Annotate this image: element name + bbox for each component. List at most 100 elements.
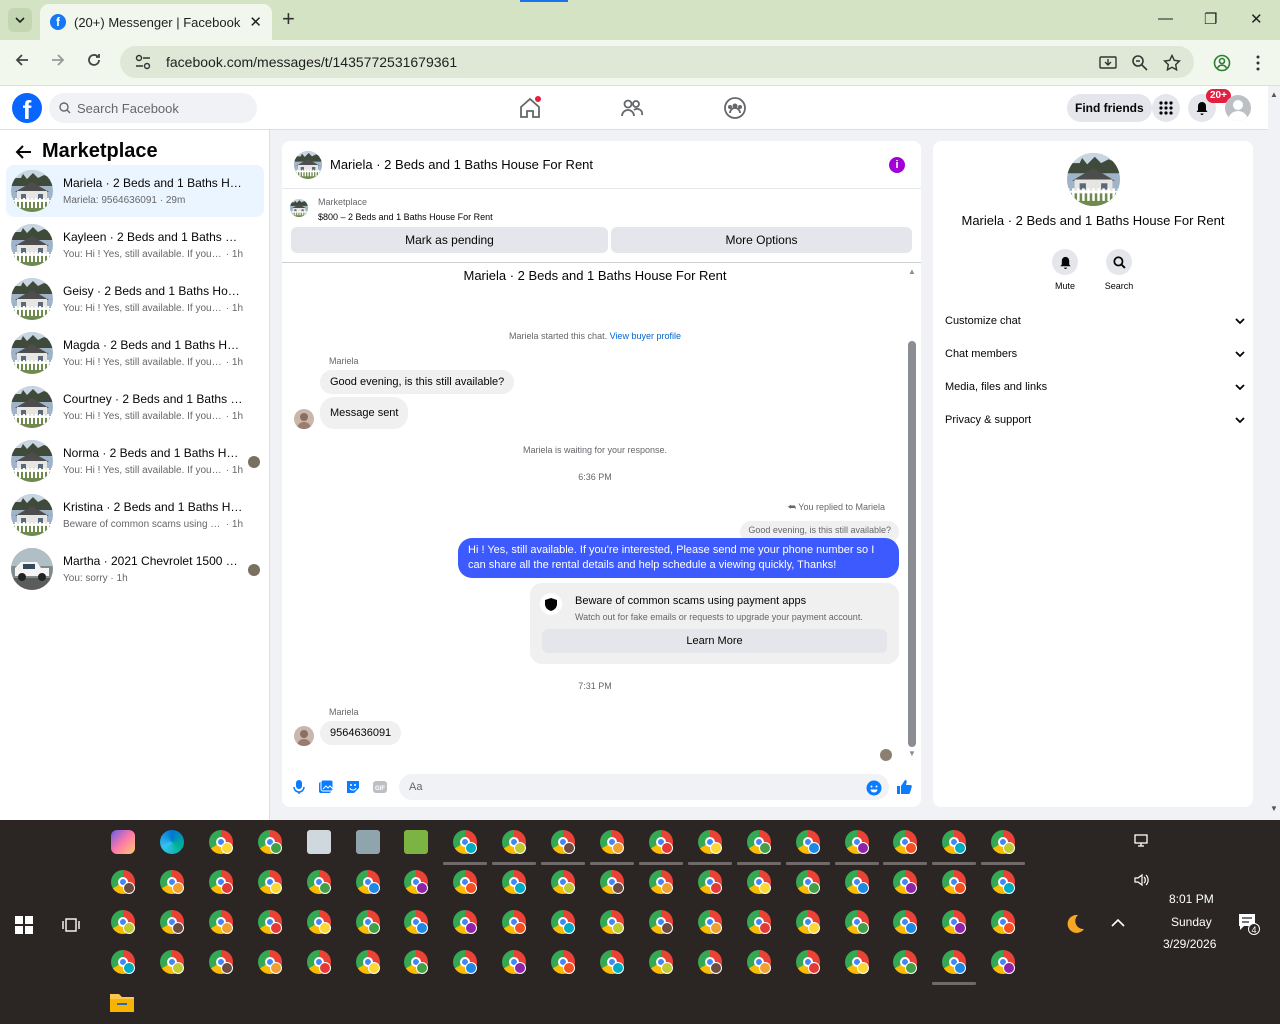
sender-avatar[interactable] (294, 409, 314, 429)
taskbar-app-icon[interactable] (883, 828, 928, 865)
listing-summary[interactable]: Marketplace $800 – 2 Beds and 1 Baths Ho… (290, 197, 493, 222)
friends-icon[interactable] (620, 96, 644, 120)
account-avatar[interactable] (1225, 95, 1251, 121)
taskbar-app-icon[interactable] (109, 868, 137, 896)
message-input[interactable]: Aa (399, 774, 889, 800)
microphone-icon[interactable] (291, 779, 307, 795)
install-app-icon[interactable] (1099, 54, 1117, 72)
site-settings-icon[interactable] (134, 53, 152, 71)
speaker-icon[interactable] (1134, 873, 1150, 887)
taskbar-app-icon[interactable] (500, 948, 528, 976)
privacy-support-section[interactable]: Privacy & support (945, 409, 1245, 431)
taskbar-app-icon[interactable] (940, 908, 968, 936)
taskbar-app-icon[interactable] (932, 828, 977, 865)
address-bar[interactable]: facebook.com/messages/t/1435772531679361 (120, 46, 1194, 78)
zoom-icon[interactable] (1131, 54, 1149, 72)
taskbar-app-icon[interactable] (696, 948, 724, 976)
chat-scrollbar[interactable]: ▲ ▼ (907, 265, 917, 759)
taskbar-app-icon[interactable] (305, 868, 333, 896)
taskbar-app-icon[interactable] (843, 948, 871, 976)
taskbar-app-icon[interactable] (158, 908, 186, 936)
profile-icon[interactable] (1213, 54, 1231, 72)
clock-date[interactable]: 3/29/2026 (1163, 937, 1216, 951)
view-buyer-profile-link[interactable]: View buyer profile (610, 331, 681, 341)
taskbar-app-icon[interactable] (451, 948, 479, 976)
taskbar-app-icon[interactable] (451, 868, 479, 896)
weather-moon-icon[interactable] (1062, 912, 1086, 936)
restore-button[interactable]: ❐ (1204, 10, 1217, 28)
emoji-icon[interactable] (866, 780, 882, 796)
scroll-down-arrow-icon[interactable]: ▼ (1270, 804, 1278, 813)
taskbar-app-icon[interactable] (549, 948, 577, 976)
new-tab-button[interactable]: + (282, 8, 295, 30)
search-facebook-input[interactable]: Search Facebook (49, 93, 257, 123)
url-text[interactable]: facebook.com/messages/t/1435772531679361 (166, 54, 457, 70)
minimize-button[interactable]: — (1158, 10, 1173, 27)
taskbar-app-icon[interactable] (745, 948, 773, 976)
taskbar-app-icon[interactable] (981, 828, 1026, 865)
taskbar-app-icon[interactable] (256, 908, 284, 936)
sticker-icon[interactable] (345, 779, 361, 795)
taskbar-app-icon[interactable] (647, 908, 675, 936)
browser-menu-icon[interactable] (1249, 54, 1267, 72)
taskbar-app-icon[interactable] (687, 828, 732, 865)
taskbar-app-icon[interactable] (598, 908, 626, 936)
taskbar-app-icon[interactable] (932, 948, 977, 985)
windows-start-icon[interactable] (15, 916, 33, 934)
taskbar-app-icon[interactable] (256, 868, 284, 896)
taskbar-app-icon[interactable] (109, 908, 137, 936)
search-action[interactable]: Search (1089, 249, 1149, 291)
taskbar-app-icon[interactable] (843, 908, 871, 936)
taskbar-app-icon[interactable] (492, 828, 537, 865)
taskbar-app-icon[interactable] (696, 868, 724, 896)
taskbar-app-icon[interactable] (891, 908, 919, 936)
browser-tab-messenger[interactable]: f (20+) Messenger | Facebook ✕ (40, 4, 272, 40)
scroll-up-arrow-icon[interactable]: ▲ (908, 267, 916, 276)
taskbar-app-icon[interactable] (940, 868, 968, 896)
taskbar-app-icon[interactable] (891, 948, 919, 976)
taskbar-app-icon[interactable] (598, 948, 626, 976)
bookmark-star-icon[interactable] (1163, 54, 1181, 72)
close-tab-icon[interactable]: ✕ (249, 13, 262, 31)
taskbar-app-icon[interactable] (834, 828, 879, 865)
taskbar-app-icon[interactable] (745, 908, 773, 936)
taskbar-app-icon[interactable] (207, 868, 235, 896)
taskbar-app-icon[interactable] (158, 828, 186, 856)
find-friends-button[interactable]: Find friends (1067, 94, 1152, 122)
taskbar-app-icon[interactable] (696, 908, 724, 936)
taskbar-app-icon[interactable] (443, 828, 488, 865)
search-in-chat-button[interactable] (1106, 249, 1132, 275)
learn-more-button[interactable]: Learn More (542, 629, 887, 653)
facebook-logo-icon[interactable]: f (12, 93, 42, 123)
mark-as-pending-button[interactable]: Mark as pending (291, 227, 608, 253)
chat-thumbnail[interactable] (294, 150, 322, 179)
photo-icon[interactable] (318, 779, 334, 795)
media-files-links-section[interactable]: Media, files and links (945, 376, 1245, 398)
taskbar-app-icon[interactable] (354, 828, 382, 856)
scrollbar-thumb[interactable] (908, 341, 916, 747)
mute-button[interactable] (1052, 249, 1078, 275)
taskbar-app-icon[interactable] (158, 868, 186, 896)
taskbar-app-icon[interactable] (843, 868, 871, 896)
taskbar-app-icon[interactable] (500, 908, 528, 936)
taskbar-app-icon[interactable] (109, 828, 137, 856)
customize-chat-section[interactable]: Customize chat (945, 310, 1245, 332)
gif-icon[interactable]: GIF (372, 779, 388, 795)
taskbar-app-icon[interactable] (736, 828, 781, 865)
taskbar-app-icon[interactable] (598, 868, 626, 896)
taskbar-app-icon[interactable] (891, 868, 919, 896)
taskbar-app-icon[interactable] (549, 868, 577, 896)
taskbar-app-icon[interactable] (549, 908, 577, 936)
taskbar-app-icon[interactable] (989, 908, 1017, 936)
close-window-button[interactable]: ✕ (1250, 10, 1263, 28)
more-options-button[interactable]: More Options (611, 227, 912, 253)
taskbar-app-icon[interactable] (402, 868, 430, 896)
clock-day[interactable]: Sunday (1171, 915, 1212, 929)
chat-members-section[interactable]: Chat members (945, 343, 1245, 365)
taskbar-app-icon[interactable] (354, 908, 382, 936)
taskbar-app-icon[interactable] (541, 828, 586, 865)
taskbar-app-icon[interactable] (794, 948, 822, 976)
conversation-item[interactable]: Mariela · 2 Beds and 1 Baths House For R… (6, 165, 264, 217)
taskbar-app-icon[interactable] (647, 948, 675, 976)
taskbar-app-icon[interactable] (590, 828, 634, 865)
